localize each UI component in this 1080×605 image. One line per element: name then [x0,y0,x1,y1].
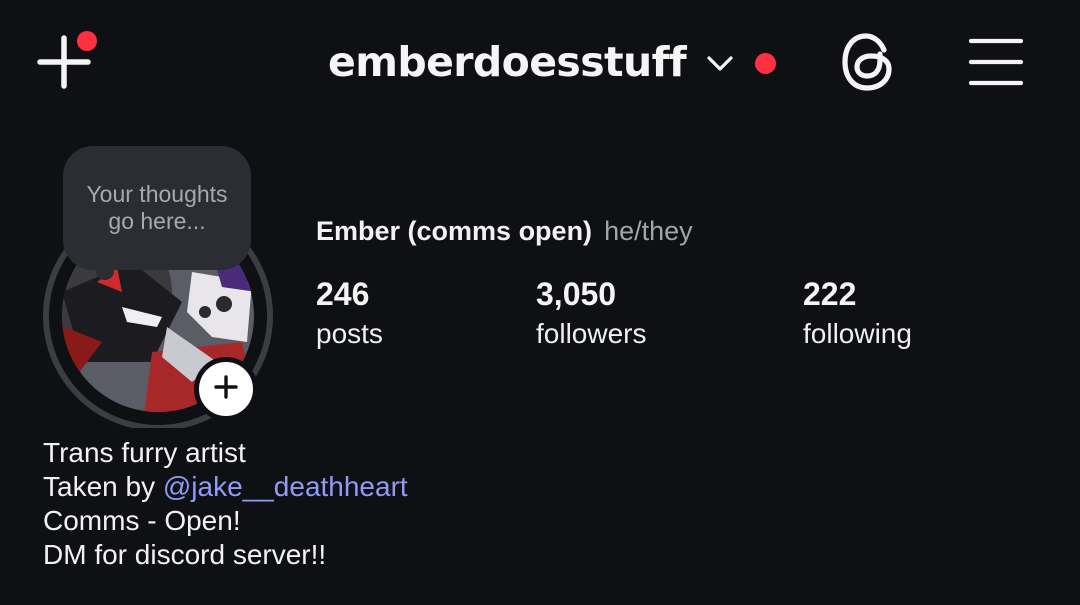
notification-dot [755,52,777,74]
bio-line: Comms - Open! [43,505,241,536]
username: emberdoesstuff [328,38,687,86]
bio-line: DM for discord server!! [43,539,327,570]
notification-dot [77,31,97,51]
bio-line: Taken by @jake__deathheart [43,470,743,504]
mention-link[interactable]: @jake__deathheart [163,471,408,502]
menu-button[interactable] [966,34,1026,90]
hamburger-menu-icon [966,38,1026,94]
posts-stat[interactable]: 246 posts [316,274,383,354]
display-name: Ember (comms open) [316,216,593,246]
name-row: Ember (comms open) he/they [316,216,693,256]
chevron-down-icon [706,55,734,73]
account-switcher[interactable]: emberdoesstuff [328,34,777,90]
notes-thought-bubble[interactable]: Your thoughts go here... [63,146,251,270]
posts-count: 246 [316,276,370,312]
plus-icon [213,374,239,405]
followers-stat[interactable]: 3,050 followers [536,274,646,354]
bio-text: Taken by [43,471,163,502]
thought-bubble-tail [96,262,114,280]
threads-button[interactable] [838,30,898,94]
followers-label: followers [536,318,647,349]
following-count: 222 [803,276,857,312]
bio-line: Trans furry artist [43,437,246,468]
pronouns: he/they [604,216,693,246]
following-label: following [803,318,912,349]
create-button[interactable] [34,30,98,92]
followers-count: 3,050 [536,276,617,312]
threads-icon [838,33,898,98]
following-stat[interactable]: 222 following [803,274,912,354]
top-bar: emberdoesstuff [0,0,1080,125]
thought-placeholder: Your thoughts go here... [86,181,228,234]
posts-label: posts [316,318,383,349]
add-story-button[interactable] [194,357,258,421]
profile-screen: emberdoesstuff Your thoughts go here... … [0,0,1080,605]
bio: Trans furry artist Taken by @jake__death… [43,436,743,572]
